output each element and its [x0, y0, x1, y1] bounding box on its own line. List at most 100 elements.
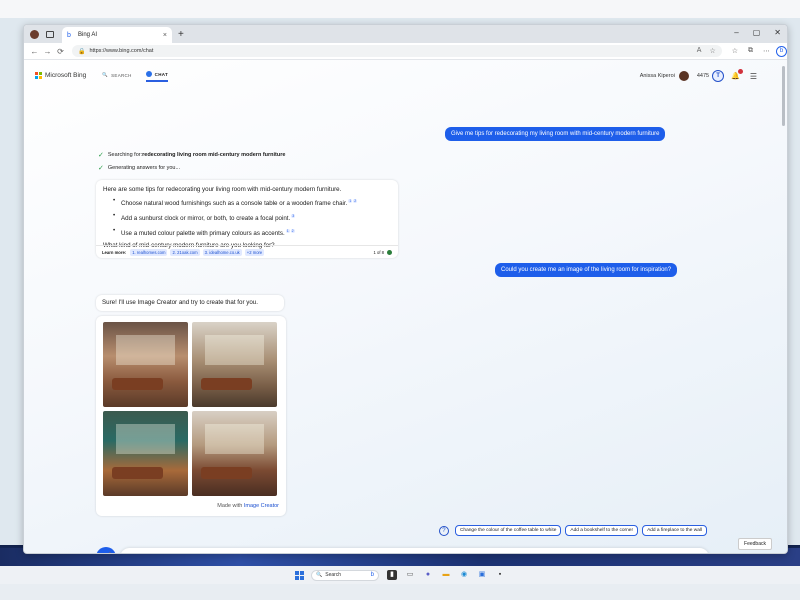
- camera-app-icon[interactable]: ▭: [405, 570, 415, 580]
- edge-browser-icon[interactable]: ◉: [459, 570, 469, 580]
- teams-icon[interactable]: ●: [423, 570, 433, 580]
- taskbar-search-label: Search: [325, 572, 342, 578]
- bing-sidebar-icon[interactable]: b: [776, 45, 787, 57]
- url-field[interactable]: 🔒 https://www.bing.com/chat A ☆: [72, 45, 722, 57]
- brand-name[interactable]: Microsoft Bing: [45, 72, 86, 79]
- help-icon[interactable]: ?: [438, 525, 449, 536]
- chat-bubble-icon: 💬: [128, 554, 137, 555]
- forward-button[interactable]: →: [41, 47, 54, 56]
- generated-image[interactable]: [192, 411, 277, 496]
- list-item: Choose natural wood furnishings such as …: [113, 195, 391, 210]
- collections-icon[interactable]: ⧉: [748, 47, 753, 55]
- learn-more-bar: Learn more: 1. realhomes.com 2. 21oak.co…: [96, 245, 398, 258]
- menu-hamburger-icon[interactable]: ☰: [750, 72, 757, 81]
- suggestion-chip[interactable]: Add a bookshelf to the corner: [565, 525, 639, 536]
- rewards-trophy-icon[interactable]: T: [712, 70, 725, 82]
- tab-chat[interactable]: CHAT: [145, 68, 169, 82]
- profile-avatar[interactable]: [30, 29, 39, 39]
- user-name[interactable]: Anissa Kiperoi: [640, 73, 675, 79]
- window-controls: – ▢ ✕: [734, 28, 781, 37]
- taskbar: 🔍 Search b ▮ ▭ ● ▬ ◉ ▣ ▪: [0, 566, 800, 584]
- bing-favicon-icon: b: [67, 31, 71, 39]
- new-topic-broom-icon[interactable]: 🧹: [96, 547, 116, 553]
- tab-bing-ai[interactable]: b Bing AI ×: [62, 27, 172, 43]
- user-area: Anissa Kiperoi 4475 T 🔔 ☰: [640, 69, 757, 82]
- file-explorer-icon[interactable]: ▬: [441, 570, 451, 580]
- citation[interactable]: 1: [348, 199, 353, 203]
- bot-answer-card: Here are some tips for redecorating your…: [96, 180, 398, 258]
- maximize-button[interactable]: ▢: [753, 28, 761, 37]
- minimize-button[interactable]: –: [734, 28, 738, 37]
- suggestion-chips: ? Change the colour of the coffee table …: [438, 525, 707, 536]
- tab-search-label: SEARCH: [111, 72, 132, 78]
- feedback-button[interactable]: Feedback: [738, 538, 772, 550]
- task-view-icon[interactable]: ▮: [387, 570, 397, 580]
- rewards-points[interactable]: 4475: [697, 73, 709, 79]
- image-creator-card: Made with Image Creator: [96, 316, 286, 516]
- bot-reply: Sure! I'll use Image Creator and try to …: [96, 295, 284, 311]
- citation[interactable]: 1: [285, 229, 290, 234]
- checkmark-icon: ✓: [98, 152, 104, 159]
- new-tab-button[interactable]: +: [178, 29, 184, 40]
- status-text: Generating answers for you...: [107, 165, 181, 171]
- bing-icon: b: [370, 572, 374, 578]
- microsoft-logo-icon: [35, 71, 42, 79]
- source-link[interactable]: 1. realhomes.com: [130, 248, 168, 256]
- tab-title: Bing AI: [78, 32, 98, 38]
- lock-icon: 🔒: [78, 48, 86, 55]
- suggestion-chip[interactable]: Change the colour of the coffee table to…: [454, 525, 562, 536]
- generated-image[interactable]: [192, 322, 277, 407]
- pager-text: 1 of 8: [373, 249, 384, 255]
- url-text: https://www.bing.com/chat: [89, 48, 154, 54]
- tab-actions-icon[interactable]: [46, 30, 54, 38]
- read-aloud-icon[interactable]: A: [697, 47, 702, 55]
- favorite-star-icon[interactable]: ☆: [709, 47, 715, 55]
- suggestion-chip[interactable]: Add a fireplace to the wall: [642, 525, 707, 536]
- chat-icon: [145, 71, 152, 77]
- image-creator-link[interactable]: Image Creator: [244, 503, 279, 509]
- generated-image[interactable]: [103, 411, 188, 496]
- user-message: Give me tips for redecorating my living …: [445, 127, 666, 141]
- learn-more-label: Learn more:: [102, 249, 127, 255]
- generated-images-grid: [103, 322, 279, 496]
- close-window-button[interactable]: ✕: [774, 28, 781, 37]
- status-query: redecorating living room mid-century mod…: [142, 152, 286, 158]
- mail-icon[interactable]: ▣: [477, 570, 487, 580]
- tab-search[interactable]: 🔍 SEARCH: [102, 68, 131, 82]
- tab-chat-label: CHAT: [154, 71, 169, 77]
- citation[interactable]: 2: [290, 229, 295, 234]
- made-with-caption: Made with Image Creator: [217, 503, 279, 509]
- more-sources-link[interactable]: +2 more: [244, 248, 265, 256]
- generated-image[interactable]: [103, 322, 188, 407]
- tips-list: Choose natural wood furnishings such as …: [113, 195, 391, 240]
- taskbar-search[interactable]: 🔍 Search b: [311, 569, 379, 581]
- citation[interactable]: 2: [353, 199, 358, 203]
- answer-intro: Here are some tips for redecorating your…: [103, 186, 342, 193]
- search-icon: 🔍: [102, 72, 109, 77]
- list-item: Use a muted colour palette with primary …: [113, 225, 391, 240]
- browser-window: b Bing AI × + – ▢ ✕ ← → ⟳ 🔒 https://www.…: [23, 24, 788, 554]
- source-link[interactable]: 3. idealhome.co.uk: [202, 248, 242, 256]
- close-tab-icon[interactable]: ×: [163, 32, 167, 39]
- checkmark-icon: ✓: [98, 165, 104, 172]
- search-icon: 🔍: [316, 572, 323, 578]
- tab-bar: b Bing AI × + – ▢ ✕: [24, 25, 787, 43]
- address-bar: ← → ⟳ 🔒 https://www.bing.com/chat A ☆ ☆ …: [24, 43, 787, 60]
- start-windows-icon[interactable]: [295, 570, 304, 580]
- user-avatar[interactable]: [678, 71, 689, 81]
- back-button[interactable]: ←: [28, 47, 41, 56]
- refresh-button[interactable]: ⟳: [54, 47, 67, 56]
- bing-header: Microsoft Bing 🔍 SEARCH CHAT Anissa Kipe…: [24, 60, 787, 90]
- microphone-icon[interactable]: 🎤: [692, 554, 701, 555]
- source-link[interactable]: 2. 21oak.com: [170, 248, 200, 256]
- store-icon[interactable]: ▪: [495, 570, 505, 580]
- favorites-icon[interactable]: ☆: [732, 47, 738, 55]
- response-pager: 1 of 8: [373, 249, 392, 255]
- notifications-bell-icon[interactable]: 🔔: [731, 69, 743, 80]
- more-icon[interactable]: ⋯: [763, 47, 770, 55]
- user-message: Could you create me an image of the livi…: [495, 263, 678, 277]
- toolbar-icons: ☆ ⧉ ⋯: [732, 47, 770, 55]
- list-item: Add a sunburst clock or mirror, or both,…: [113, 210, 391, 225]
- citation[interactable]: 3: [291, 214, 296, 219]
- notification-badge: [737, 69, 743, 74]
